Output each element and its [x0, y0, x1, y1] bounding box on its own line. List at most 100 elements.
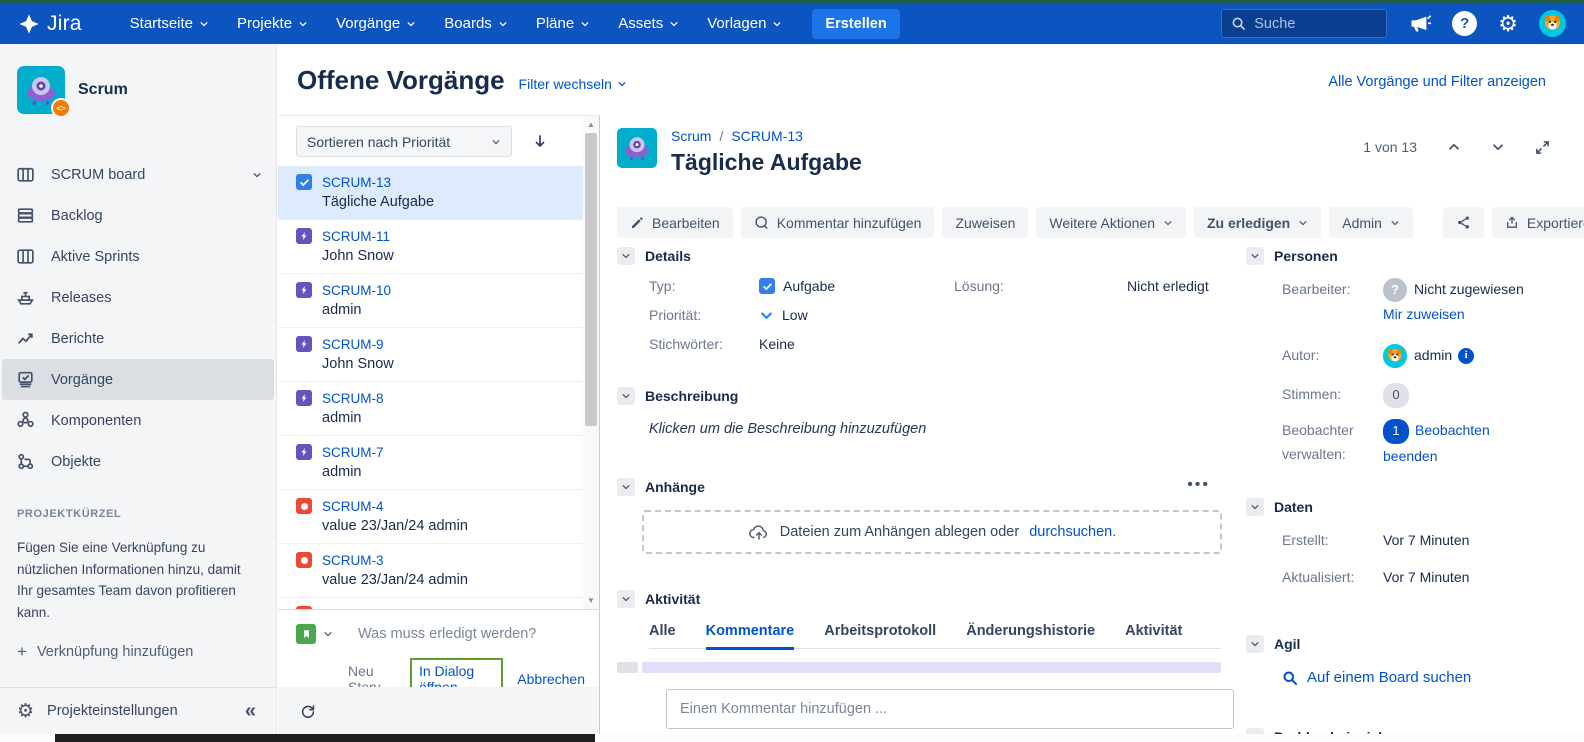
watchers-count-badge[interactable]: 1 [1383, 419, 1409, 444]
menu-vorgaenge[interactable]: Vorgänge [326, 9, 426, 38]
project-settings-label[interactable]: Projekteinstellungen [47, 703, 178, 719]
components-icon [15, 410, 36, 431]
list-scrollbar[interactable]: ▲ ▼ [583, 116, 599, 609]
resolution-label: Lösung: [922, 278, 1127, 294]
cancel-create-link[interactable]: Abbrechen [517, 671, 585, 687]
project-settings-gear-icon: ⚙ [17, 702, 34, 721]
attachment-dropzone[interactable]: Dateien zum Anhängen ablegen oder durchs… [642, 510, 1222, 554]
collapse-activity-icon[interactable] [617, 590, 635, 608]
more-actions-button[interactable]: Weitere Aktionen [1036, 207, 1186, 238]
bolt-type-icon [296, 390, 312, 406]
switch-filter-link[interactable]: Filter wechseln [519, 76, 627, 92]
description-placeholder[interactable]: Klicken um die Beschreibung hinzuzufügen [649, 421, 1222, 437]
assignee-value: ?Nicht zugewiesen Mir zuweisen [1383, 277, 1533, 327]
menu-boards[interactable]: Boards [434, 9, 518, 38]
add-shortcut-link[interactable]: + Verknüpfung hinzufügen [17, 642, 259, 662]
browse-files-link[interactable]: durchsuchen. [1029, 524, 1116, 540]
horizontal-scrollbar[interactable] [0, 734, 1584, 742]
edit-button[interactable]: Bearbeiten [617, 207, 733, 238]
status-transition-button[interactable]: Zu erledigen [1194, 207, 1321, 238]
issue-row[interactable]: SCRUM-2 [278, 598, 583, 609]
inline-create-form: Neu Story In Dialog öffnen Abbrechen [278, 609, 599, 687]
issue-row[interactable]: SCRUM-3 value 23/Jan/24 admin [278, 544, 583, 598]
issue-row[interactable]: SCRUM-10 admin [278, 274, 583, 328]
attachments-menu-icon[interactable]: ••• [1187, 476, 1210, 494]
refresh-icon[interactable] [299, 702, 317, 720]
help-icon[interactable]: ? [1452, 11, 1477, 36]
menu-plaene[interactable]: Pläne [526, 9, 600, 38]
tab-kommentare[interactable]: Kommentare [706, 623, 795, 639]
shortcuts-section: PROJEKTKÜRZEL Fügen Sie eine Verknüpfung… [0, 508, 276, 662]
assign-to-me-link[interactable]: Mir zuweisen [1383, 302, 1533, 327]
sidebar-item-scrum-board[interactable]: SCRUM board [2, 154, 274, 195]
scroll-up-arrow[interactable]: ▲ [583, 120, 599, 129]
project-header[interactable]: <> Scrum [0, 44, 276, 114]
people-section-header: Personen [1274, 248, 1338, 264]
tab-alle[interactable]: Alle [649, 623, 676, 639]
breadcrumb-issue-link[interactable]: SCRUM-13 [731, 128, 803, 144]
admin-button[interactable]: Admin [1329, 207, 1413, 238]
menu-projekte[interactable]: Projekte [227, 9, 318, 38]
sort-direction-icon[interactable] [532, 134, 548, 150]
votes-badge[interactable]: 0 [1383, 383, 1409, 408]
settings-gear-icon[interactable]: ⚙ [1498, 13, 1518, 35]
collapse-description-icon[interactable] [617, 387, 635, 405]
type-picker-chevron-icon[interactable] [323, 629, 333, 639]
reporter-info-icon[interactable]: i [1458, 348, 1474, 364]
add-comment-button[interactable]: Kommentar hinzufügen [741, 207, 935, 238]
issue-row[interactable]: SCRUM-9 John Snow [278, 328, 583, 382]
scrollbar-thumb[interactable] [585, 133, 597, 426]
export-button[interactable]: Exportieren [1492, 207, 1584, 238]
collapse-sidebar-button[interactable]: « [245, 700, 256, 723]
all-issues-filters-link[interactable]: Alle Vorgänge und Filter anzeigen [1328, 74, 1546, 90]
expand-icon[interactable] [1535, 140, 1550, 155]
sidebar-item-backlog[interactable]: Backlog [2, 195, 274, 236]
global-search[interactable] [1221, 9, 1387, 38]
objects-icon [15, 451, 36, 472]
sidebar-item-komponenten[interactable]: Komponenten [2, 400, 274, 441]
issue-list-pane: Sortieren nach Priorität SCRUM-13 Täglic… [278, 115, 600, 734]
search-input[interactable] [1254, 16, 1374, 32]
collapse-people-icon[interactable] [1246, 247, 1264, 265]
issue-row[interactable]: SCRUM-8 admin [278, 382, 583, 436]
comment-input[interactable] [666, 689, 1234, 729]
assign-button[interactable]: Zuweisen [942, 207, 1028, 238]
create-button[interactable]: Erstellen [812, 9, 899, 39]
issue-row[interactable]: SCRUM-11 John Snow [278, 220, 583, 274]
breadcrumb-project-link[interactable]: Scrum [671, 128, 711, 144]
jira-logo[interactable]: Jira [18, 12, 82, 36]
collapse-agile-icon[interactable] [1246, 635, 1264, 653]
reports-icon [15, 328, 36, 349]
issue-row[interactable]: SCRUM-13 Tägliche Aufgabe [278, 166, 583, 220]
menu-vorlagen[interactable]: Vorlagen [697, 9, 792, 38]
sidebar-item-releases[interactable]: Releases [2, 277, 274, 318]
scroll-down-arrow[interactable]: ▼ [583, 596, 599, 605]
collapse-attachments-icon[interactable] [617, 478, 635, 496]
sidebar-item-berichte[interactable]: Berichte [2, 318, 274, 359]
menu-startseite[interactable]: Startseite [120, 9, 219, 38]
user-avatar[interactable] [1539, 10, 1566, 37]
next-issue-icon[interactable] [1491, 140, 1505, 154]
sidebar-item-aktive-sprints[interactable]: Aktive Sprints [2, 236, 274, 277]
sidebar-item-vorgaenge[interactable]: Vorgänge [2, 359, 274, 400]
share-button[interactable] [1443, 207, 1484, 238]
issue-row[interactable]: SCRUM-4 value 23/Jan/24 admin [278, 490, 583, 544]
collapse-details-icon[interactable] [617, 247, 635, 265]
collapse-dates-icon[interactable] [1246, 498, 1264, 516]
menu-assets[interactable]: Assets [608, 9, 689, 38]
find-on-board-link[interactable]: Auf einem Board suchen [1282, 669, 1576, 686]
issue-toolbar: Bearbeiten Kommentar hinzufügen Zuweisen… [617, 207, 1584, 238]
cloud-upload-icon [748, 522, 770, 542]
tab-aenderungshistorie[interactable]: Änderungshistorie [966, 623, 1095, 639]
story-type-icon[interactable] [296, 624, 316, 644]
create-issue-input[interactable] [358, 626, 568, 642]
chevron-down-icon[interactable] [252, 170, 262, 180]
tab-arbeitsprotokoll[interactable]: Arbeitsprotokoll [824, 623, 936, 639]
previous-issue-icon[interactable] [1447, 140, 1461, 154]
sidebar-item-objekte[interactable]: Objekte [2, 441, 274, 482]
issue-row[interactable]: SCRUM-7 admin [278, 436, 583, 490]
horizontal-scrollbar-thumb[interactable] [55, 734, 595, 742]
tab-aktivitaet[interactable]: Aktivität [1125, 623, 1182, 639]
sort-dropdown[interactable]: Sortieren nach Priorität [296, 126, 512, 157]
announcement-icon[interactable] [1408, 12, 1431, 35]
